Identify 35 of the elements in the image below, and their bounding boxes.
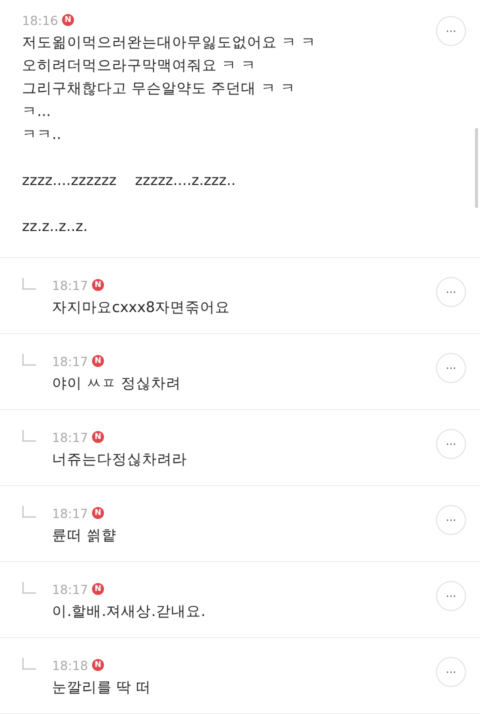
new-badge: N (92, 659, 104, 671)
comment-line: 야이 ㅆㅍ 정싢차려 (52, 375, 182, 394)
more-button[interactable]: ··· (436, 353, 466, 383)
comment-line: 눈깔리를 딱 떠 (52, 679, 152, 698)
comment-line: 오히려더먹으라구막맥여줘요 ㅋ ㅋ (22, 57, 258, 76)
comment-line: ㅋ... (22, 103, 52, 122)
comment-time: 18:16 (22, 12, 58, 28)
more-button[interactable]: ··· (436, 16, 466, 46)
comment-line: 너쥬는다정싢차려라 (52, 451, 188, 470)
new-badge: N (92, 431, 104, 443)
comment-time: 18:17 (52, 278, 88, 292)
comment-line: zzzz....zzzzzz zzzzz....z.zzz.. (22, 172, 237, 191)
new-badge: N (92, 355, 104, 367)
more-button[interactable]: ··· (436, 581, 466, 611)
comment-line: 자지마요cxxx8자면죾어요 (52, 299, 231, 318)
comment-line: zz.z..z..z. (22, 218, 89, 237)
more-button[interactable]: ··· (436, 429, 466, 459)
new-badge: N (92, 507, 104, 519)
comment-line: ㅋㅋ.. (22, 126, 62, 145)
new-badge: N (92, 279, 104, 291)
comment-time: 18:18 (52, 658, 88, 672)
comment-line: 륜떠 씕햩 (52, 527, 118, 546)
new-badge: N (62, 14, 74, 26)
more-button[interactable]: ··· (436, 657, 466, 687)
comment-line: 저도욂이먹으러완는대아무잃도없어요 ㅋ ㅋ (22, 34, 318, 53)
more-button[interactable]: ··· (436, 505, 466, 535)
comment-line: 이.할배.져새상.갇내요. (52, 603, 206, 622)
comment-time: 18:17 (52, 430, 88, 444)
comment-time: 18:17 (52, 506, 88, 520)
scrollbar[interactable] (475, 128, 478, 208)
new-badge: N (92, 583, 104, 595)
comment-time: 18:17 (52, 582, 88, 596)
comment-line: 그리구채핞다고 무슨알약도 주던대 ㅋ ㅋ (22, 80, 296, 99)
more-button[interactable]: ··· (436, 277, 466, 307)
comment-time: 18:17 (52, 354, 88, 368)
